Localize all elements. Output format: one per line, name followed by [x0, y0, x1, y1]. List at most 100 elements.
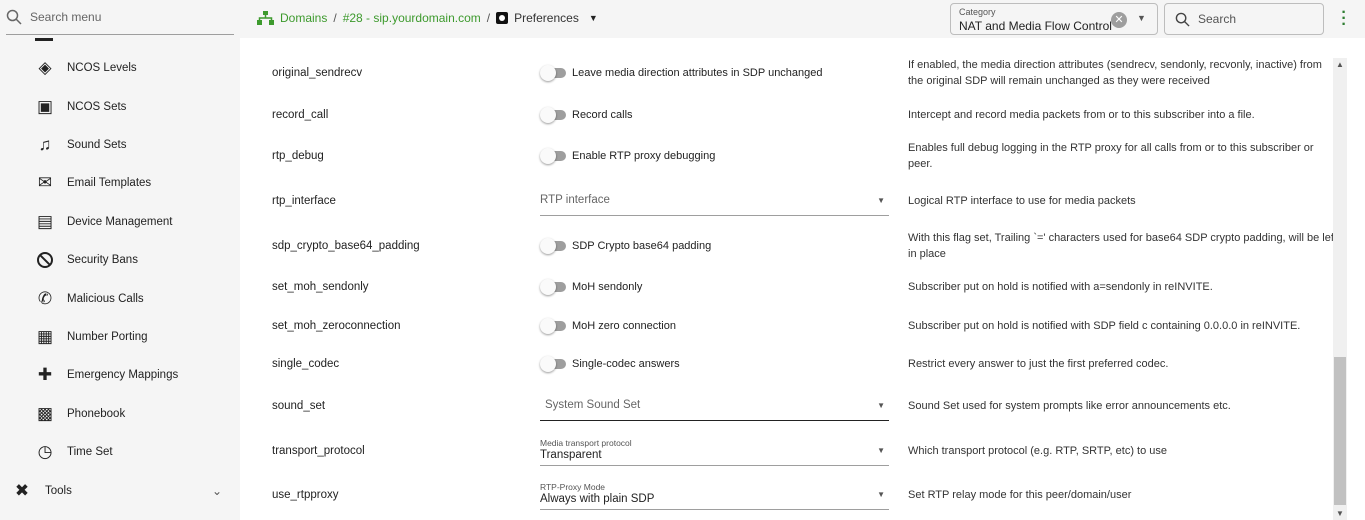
more-vert-icon[interactable]: · · · — [1341, 5, 1347, 33]
scrollbar[interactable]: ▲ ▼ — [1333, 58, 1347, 520]
preference-name: sdp_crypto_base64_padding — [272, 240, 420, 252]
preference-description: Logical RTP interface to use for media p… — [908, 195, 1136, 207]
sidebar-item-label: Security Bans — [67, 254, 138, 266]
preference-name: original_sendrecv — [272, 67, 363, 79]
music-note-icon: ♫ — [38, 135, 52, 154]
scrollbar-thumb[interactable] — [1334, 357, 1346, 505]
toggle-label: Leave media direction attributes in SDP … — [572, 67, 823, 79]
sidebar-item-label: Time Set — [67, 446, 113, 458]
preference-name: rtp_interface — [272, 195, 336, 207]
preference-name: transport_protocol — [272, 445, 365, 457]
preference-name: record_call — [272, 109, 329, 121]
sidebar-item[interactable]: ✆ Malicious Calls — [0, 281, 240, 317]
sidebar-item-label: Sound Sets — [67, 139, 127, 151]
device-icon: ▤ — [36, 212, 54, 231]
use_rtpproxy-select[interactable]: RTP-Proxy Mode Always with plain SDP ▼ — [540, 480, 889, 510]
sidebar-item-tools[interactable]: ✖ Tools ⌄ — [0, 473, 240, 509]
preferences-list: original_sendrecv Leave media direction a… — [240, 38, 1365, 520]
toggle-control[interactable]: MoH sendonly — [540, 279, 643, 295]
sidebar-item[interactable]: ✉ Email Templates — [0, 165, 240, 201]
breadcrumb-preferences[interactable]: Preferences — [514, 11, 579, 25]
preference-description: If enabled, the media direction attribut… — [908, 59, 1322, 87]
toggle-switch[interactable] — [540, 238, 566, 254]
preference-name: rtp_debug — [272, 150, 324, 162]
tools-icon: ✖ — [14, 481, 30, 500]
sidebar-item[interactable]: ▦ Number Porting — [0, 319, 240, 355]
sim-card-icon: ▦ — [36, 327, 54, 346]
rtp_interface-select[interactable]: RTP interface ▼ — [540, 186, 889, 216]
scroll-up-icon[interactable]: ▲ — [1336, 60, 1344, 69]
scroll-down-icon[interactable]: ▼ — [1336, 509, 1344, 518]
sidebar-item[interactable]: Security Bans — [0, 242, 240, 278]
toggle-label: MoH sendonly — [572, 281, 643, 293]
breadcrumb-separator: / — [486, 11, 491, 25]
sidebar-item[interactable]: ▤ Device Management — [0, 204, 240, 240]
preference-description: Enables full debug logging in the RTP pr… — [908, 142, 1314, 170]
select-placeholder: RTP interface — [540, 194, 610, 206]
dropdown-arrow-icon[interactable]: ▼ — [877, 446, 885, 455]
sidebar-item-label: Emergency Mappings — [67, 369, 179, 381]
preference-description: Sound Set used for system prompts like e… — [908, 400, 1231, 412]
search-icon — [1175, 12, 1190, 27]
toggle-label: Single-codec answers — [572, 358, 680, 370]
clear-icon[interactable]: ✕ — [1111, 12, 1127, 28]
sidebar-item[interactable]: ◷ Time Set — [0, 434, 240, 470]
ncos-sets-icon: ▣ — [36, 97, 54, 116]
sidebar-item[interactable]: ✚ Emergency Mappings — [0, 357, 240, 393]
select-label: Media transport protocol — [540, 438, 632, 448]
toggle-switch[interactable] — [540, 65, 566, 81]
sidebar-item[interactable]: ▩ Phonebook — [0, 396, 240, 432]
sidebar-item-label: Phonebook — [67, 408, 126, 420]
toggle-control[interactable]: Record calls — [540, 107, 633, 123]
preference-description: Restrict every answer to just the first … — [908, 358, 1169, 370]
search-icon — [6, 9, 22, 25]
toggle-control[interactable]: SDP Crypto base64 padding — [540, 238, 711, 254]
category-value: NAT and Media Flow Control — [959, 19, 1112, 33]
sidebar-item[interactable]: ◈ NCOS Levels — [0, 50, 240, 86]
settings-icon — [496, 12, 509, 24]
breadcrumb: Domains / #28 - sip.yourdomain.com / Pre… — [257, 11, 598, 25]
toggle-switch[interactable] — [540, 107, 566, 123]
breadcrumb-separator: / — [333, 11, 337, 25]
dropdown-arrow-icon[interactable]: ▼ — [589, 13, 598, 23]
sound_set-select[interactable]: System Sound Set ▼ — [540, 391, 889, 421]
toggle-switch[interactable] — [540, 148, 566, 164]
search-placeholder: Search — [1198, 12, 1237, 26]
select-value: Always with plain SDP — [540, 493, 655, 505]
sidebar-item-label: Device Management — [67, 216, 173, 228]
sidebar-item-label: Tools — [45, 485, 72, 497]
transport_protocol-select[interactable]: Media transport protocol Transparent ▼ — [540, 436, 889, 466]
search-input[interactable]: Search — [1164, 3, 1324, 35]
category-select[interactable]: Category NAT and Media Flow Control ✕ ▼ — [950, 3, 1158, 35]
header: Domains / #28 - sip.yourdomain.com / Pre… — [240, 0, 1365, 38]
search-menu-input[interactable]: Search menu — [6, 0, 234, 35]
toggle-control[interactable]: MoH zero connection — [540, 318, 676, 334]
toggle-switch[interactable] — [540, 356, 566, 372]
dropdown-arrow-icon[interactable]: ▼ — [1137, 13, 1146, 23]
sidebar-item[interactable]: ♫ Sound Sets — [0, 127, 240, 163]
toggle-control[interactable]: Leave media direction attributes in SDP … — [540, 65, 823, 81]
sidebar-item[interactable]: ▣ NCOS Sets — [0, 89, 240, 125]
toggle-control[interactable]: Single-codec answers — [540, 356, 680, 372]
preference-description: Set RTP relay mode for this peer/domain/… — [908, 489, 1132, 501]
breadcrumb-domain[interactable]: #28 - sip.yourdomain.com — [343, 11, 481, 25]
chevron-down-icon: ⌄ — [212, 484, 223, 498]
preference-name: set_moh_zeroconnection — [272, 320, 401, 332]
toggle-label: Enable RTP proxy debugging — [572, 150, 716, 162]
toggle-switch[interactable] — [540, 318, 566, 334]
medical-icon: ✚ — [37, 365, 53, 384]
breadcrumb-domains[interactable]: Domains — [280, 11, 327, 25]
clock-icon: ◷ — [37, 442, 53, 461]
dropdown-arrow-icon[interactable]: ▼ — [877, 490, 885, 499]
preference-name: set_moh_sendonly — [272, 281, 369, 293]
search-menu-placeholder: Search menu — [30, 10, 102, 24]
toggle-switch[interactable] — [540, 279, 566, 295]
dropdown-arrow-icon[interactable]: ▼ — [877, 401, 885, 410]
network-icon — [257, 11, 274, 25]
phone-icon: ✆ — [37, 289, 53, 308]
sidebar-item-label: Number Porting — [67, 331, 148, 343]
sidebar-item-label: NCOS Levels — [67, 62, 137, 74]
dropdown-arrow-icon[interactable]: ▼ — [877, 196, 885, 205]
preference-name: single_codec — [272, 358, 340, 370]
toggle-control[interactable]: Enable RTP proxy debugging — [540, 148, 716, 164]
